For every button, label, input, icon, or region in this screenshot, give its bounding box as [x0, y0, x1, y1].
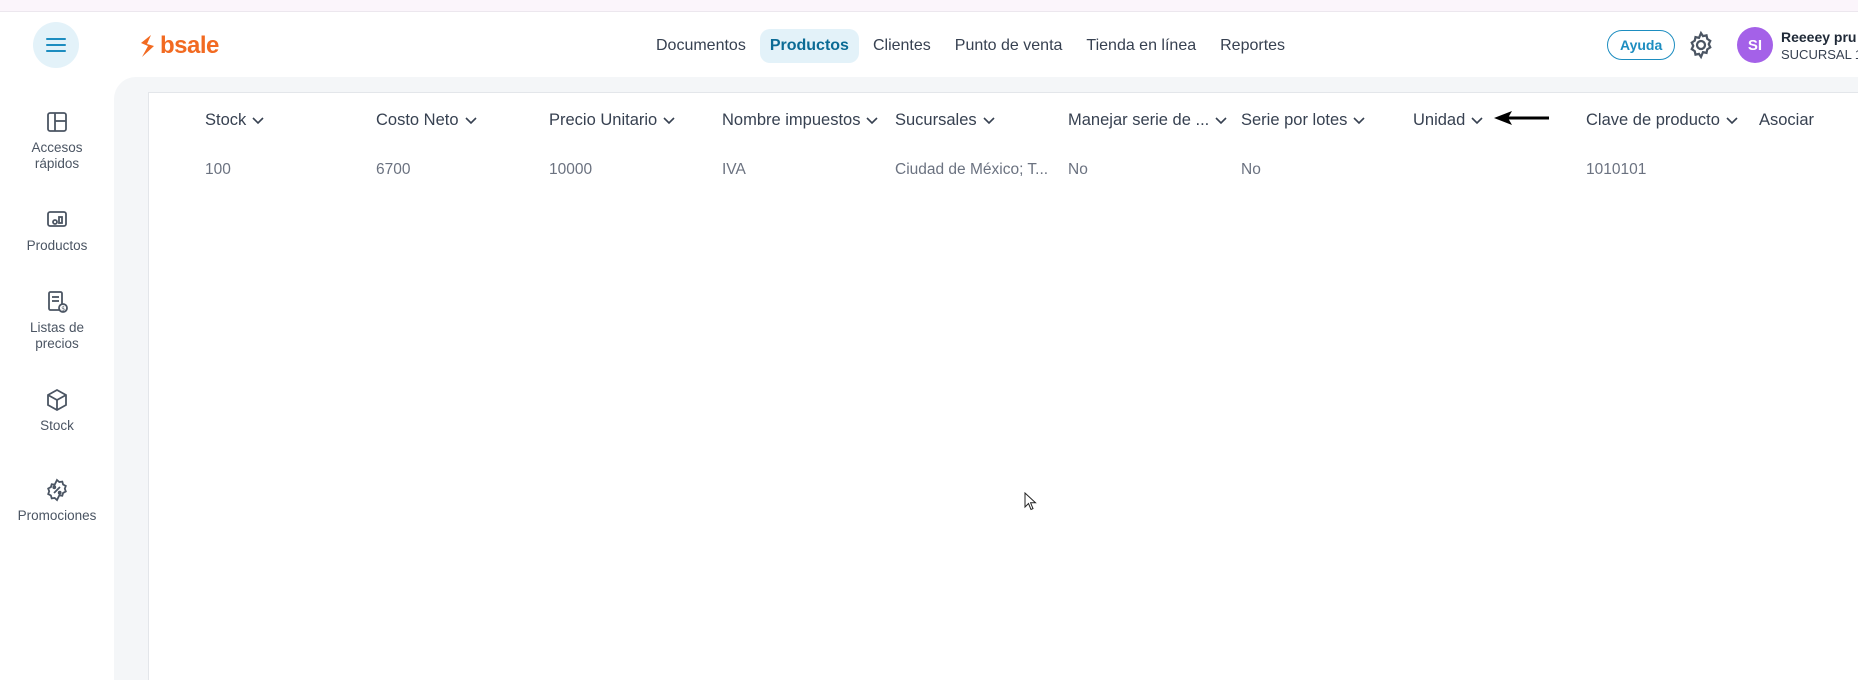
svg-text:$: $ — [61, 305, 65, 312]
nav-tienda-en-linea[interactable]: Tienda en línea — [1076, 29, 1206, 63]
column-header-label: Sucursales — [895, 111, 977, 129]
chevron-down-icon — [983, 116, 995, 124]
column-header-serie-por-lotes[interactable]: Serie por lotes — [1241, 111, 1365, 130]
help-button[interactable]: Ayuda — [1607, 30, 1676, 60]
column-header-costo-neto[interactable]: Costo Neto — [376, 111, 477, 130]
table-cell-sucursales: Ciudad de México; T... — [895, 161, 1049, 178]
column-header-sucursales[interactable]: Sucursales — [895, 111, 995, 130]
layout-icon — [47, 112, 67, 132]
sidebar-item-label: Stock — [40, 418, 74, 433]
bsale-logo-mark-icon — [141, 35, 154, 57]
top-bar: bsale Documentos Productos Clientes Punt… — [0, 12, 1858, 77]
nav-productos[interactable]: Productos — [759, 29, 859, 63]
user-name: Reeeey pru — [1781, 29, 1857, 45]
sidebar-item-listas-de-precios[interactable]: $ Listas de precios — [0, 290, 114, 352]
chevron-down-icon — [1726, 116, 1738, 124]
avatar[interactable]: SI — [1737, 27, 1773, 63]
sidebar-item-promociones[interactable]: Promociones — [0, 478, 114, 524]
hamburger-icon — [46, 38, 66, 52]
column-header-nombre-impuestos[interactable]: Nombre impuestos — [722, 111, 879, 130]
bsale-logo[interactable]: bsale — [138, 32, 219, 60]
chevron-down-icon — [1471, 116, 1483, 124]
column-header-label: Nombre impuestos — [722, 111, 861, 129]
sidebar-item-accesos-rapidos[interactable]: Accesos rápidos — [0, 110, 114, 172]
user-branch: SUCURSAL 1 — [1781, 47, 1858, 62]
discount-icon — [47, 478, 67, 502]
column-header-label: Precio Unitario — [549, 111, 658, 129]
column-header-label: Manejar serie de ... — [1068, 111, 1210, 129]
sidebar-item-label: Promociones — [17, 508, 97, 523]
table-cell-stock: 100 — [205, 161, 231, 178]
box-icon — [47, 388, 67, 412]
mouse-cursor-icon — [1024, 492, 1037, 511]
column-header-label: Unidad — [1413, 111, 1466, 129]
sidebar-item-label: Accesos rápidos — [31, 140, 83, 171]
chevron-down-icon — [1215, 116, 1227, 124]
chevron-down-icon — [866, 116, 879, 124]
price-list-icon: $ — [48, 291, 68, 313]
sidebar-item-label: Listas de precios — [29, 320, 85, 351]
column-header-label: Costo Neto — [376, 111, 459, 129]
main-nav: Documentos Productos Clientes Punto de v… — [646, 29, 1295, 63]
table-cell-serie-por-lotes: No — [1241, 161, 1261, 178]
products-table: Stock Costo Neto Precio Unitario Nombre … — [148, 92, 1858, 680]
column-header-asociar[interactable]: Asociar — [1759, 111, 1814, 130]
chevron-down-icon — [1353, 116, 1365, 124]
user-info[interactable]: Reeeey pru SUCURSAL 1 — [1781, 28, 1858, 64]
products-icon — [47, 211, 67, 227]
nav-punto-de-venta[interactable]: Punto de venta — [945, 29, 1073, 63]
column-header-label: Asociar — [1759, 111, 1815, 129]
arrow-left-icon — [1494, 111, 1549, 125]
table-cell-manejar-serie: No — [1068, 161, 1088, 178]
menu-button[interactable] — [33, 22, 79, 68]
column-header-clave-de-producto[interactable]: Clave de producto — [1586, 111, 1738, 130]
sidebar: Accesos rápidos Productos $ Listas de prec… — [0, 77, 114, 680]
column-header-label: Clave de producto — [1586, 111, 1720, 129]
chevron-down-icon — [464, 116, 477, 124]
table-cell-nombre-impuestos: IVA — [722, 161, 746, 178]
nav-reportes[interactable]: Reportes — [1210, 29, 1295, 63]
sidebar-item-stock[interactable]: Stock — [0, 388, 114, 434]
column-header-label: Serie por lotes — [1241, 111, 1348, 129]
column-header-stock[interactable]: Stock — [205, 111, 264, 130]
nav-documentos[interactable]: Documentos — [646, 29, 756, 63]
window-top-strip — [0, 0, 1858, 12]
sidebar-item-label: Productos — [26, 238, 88, 253]
column-header-label: Stock — [205, 111, 247, 129]
chevron-down-icon — [663, 116, 675, 124]
table-cell-costo-neto: 6700 — [376, 161, 411, 178]
sidebar-item-productos[interactable]: Productos — [0, 208, 114, 254]
logo-text: bsale — [160, 32, 219, 59]
chevron-down-icon — [252, 116, 264, 124]
column-header-manejar-serie[interactable]: Manejar serie de ... — [1068, 111, 1227, 130]
column-header-precio-unitario[interactable]: Precio Unitario — [549, 111, 675, 130]
column-header-unidad[interactable]: Unidad — [1413, 111, 1483, 130]
nav-clientes[interactable]: Clientes — [863, 29, 941, 63]
table-cell-precio-unitario: 10000 — [549, 161, 593, 178]
gear-icon[interactable] — [1686, 30, 1716, 60]
table-cell-clave-de-producto: 1010101 — [1586, 161, 1647, 178]
